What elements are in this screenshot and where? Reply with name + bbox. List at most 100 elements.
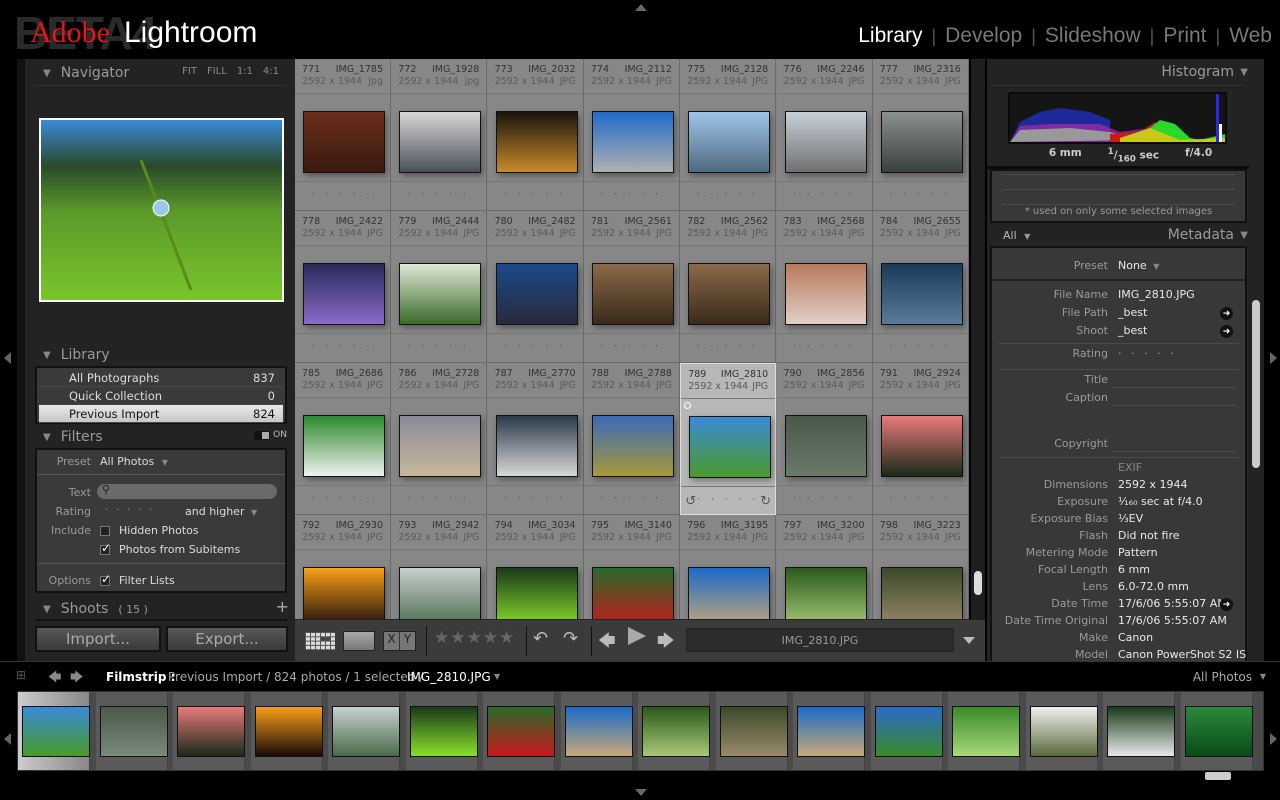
filmstrip-thumbnail[interactable] xyxy=(487,706,555,757)
filmstrip-cell[interactable] xyxy=(173,692,245,770)
filmstrip-cell[interactable] xyxy=(948,692,1020,770)
photo-thumbnail[interactable] xyxy=(303,263,385,325)
filmstrip-cell[interactable] xyxy=(328,692,400,770)
grid-cell[interactable]: 795IMG_31402592 x 1944JPG· · · · · xyxy=(583,515,680,619)
grid-cell[interactable]: 773 IMG_2032 2592 x 1944 JPG · · · · · xyxy=(487,59,584,211)
rotate-left-button[interactable]: ↶ xyxy=(533,628,548,649)
photo-thumbnail[interactable] xyxy=(303,567,385,619)
filmstrip-scroll-left-icon[interactable] xyxy=(4,733,11,745)
library-item-previous-import[interactable]: Previous Import 824 xyxy=(39,405,283,423)
filmstrip-cell[interactable] xyxy=(1180,692,1253,770)
module-develop[interactable]: Develop xyxy=(945,24,1022,48)
filmstrip-thumbnail[interactable] xyxy=(177,706,245,757)
previous-photo-button[interactable]: 🡄 xyxy=(598,628,616,651)
chevron-down-icon[interactable]: ▼ xyxy=(1260,672,1266,681)
zoom-fit[interactable]: FIT xyxy=(182,66,197,77)
collapse-right-panel-icon[interactable] xyxy=(1270,352,1277,364)
metadata-scope-select[interactable]: All ▼ xyxy=(1003,229,1030,242)
grid-cell[interactable]: 793IMG_29422592 x 1944JPG· · · · · xyxy=(391,515,488,619)
filmstrip-scroll-right-icon[interactable] xyxy=(1270,733,1277,745)
go-arrow-icon[interactable]: ➜ xyxy=(1220,307,1233,320)
rotate-left-icon[interactable]: ↺ xyxy=(685,494,696,509)
photo-thumbnail[interactable] xyxy=(591,263,674,325)
grid-view-button[interactable] xyxy=(305,631,335,651)
cell-rating[interactable]: · · · · · xyxy=(391,342,486,352)
cell-rating[interactable]: · · · · · xyxy=(584,190,679,200)
cell-rating[interactable]: · · · · · xyxy=(488,190,583,200)
collapse-top-panel-icon[interactable] xyxy=(635,4,647,11)
grid-cell[interactable]: 781 IMG_2561 2592 x 1944 JPG · · · · · xyxy=(583,211,680,363)
photo-thumbnail[interactable] xyxy=(495,111,578,173)
hidden-photos-checkbox[interactable]: Hidden Photos xyxy=(100,524,199,537)
next-photo-button[interactable]: 🡆 xyxy=(657,628,675,651)
cell-rating[interactable]: · · · · · xyxy=(295,190,390,200)
module-slideshow[interactable]: Slideshow xyxy=(1045,24,1141,48)
photo-thumbnail[interactable] xyxy=(880,415,963,477)
grid-cell[interactable]: 794IMG_30342592 x 1944JPG· · · · · xyxy=(487,515,584,619)
filmstrip-thumbnail[interactable] xyxy=(254,706,323,757)
photo-thumbnail[interactable] xyxy=(591,415,674,477)
grid-cell[interactable]: 778 IMG_2422 2592 x 1944 JPG · · · · · xyxy=(295,211,391,363)
photo-thumbnail[interactable] xyxy=(399,263,482,325)
zoom-4-1[interactable]: 4:1 xyxy=(263,66,279,77)
filmstrip-cell[interactable] xyxy=(405,692,478,770)
cell-rating[interactable]: · · · · · xyxy=(777,342,872,352)
photo-thumbnail[interactable] xyxy=(495,567,578,619)
photo-thumbnail[interactable] xyxy=(495,263,578,325)
rating-stars[interactable]: · · · · · xyxy=(105,503,154,516)
filter-preset-select[interactable]: All Photos ▼ xyxy=(100,455,168,468)
filmstrip-cell[interactable] xyxy=(95,692,168,770)
grid-cell[interactable]: 783 IMG_2568 2592 x 1944 JPG · · · · · xyxy=(776,211,873,363)
filmstrip-thumbnail[interactable] xyxy=(952,706,1020,757)
module-library[interactable]: Library xyxy=(858,24,922,48)
module-print[interactable]: Print xyxy=(1163,24,1206,48)
filter-lists-checkbox[interactable]: Filter Lists xyxy=(100,572,175,587)
go-arrow-icon[interactable]: ➜ xyxy=(1220,598,1233,611)
filmstrip-cell[interactable] xyxy=(793,692,865,770)
chevron-down-icon[interactable]: ▼ xyxy=(494,672,500,681)
grid-cell[interactable]: 782 IMG_2562 2592 x 1944 JPG · · · · · xyxy=(680,211,777,363)
filmstrip-thumbnail[interactable] xyxy=(797,706,865,757)
photo-thumbnail[interactable] xyxy=(591,567,674,619)
photo-thumbnail[interactable] xyxy=(784,263,867,325)
filmstrip-cell[interactable] xyxy=(1103,692,1175,770)
photo-thumbnail[interactable] xyxy=(688,263,771,325)
metadata-input-underline[interactable] xyxy=(1112,451,1237,452)
grid-cell[interactable]: 786 IMG_2728 2592 x 1944 JPG · · · · · xyxy=(391,363,488,515)
go-arrow-icon[interactable]: ➜ xyxy=(1220,325,1233,338)
subitems-checkbox[interactable]: Photos from Subitems xyxy=(100,541,240,556)
rating-mode-select[interactable]: and higher ▼ xyxy=(185,505,257,518)
cell-rating[interactable]: · · · · · xyxy=(488,342,583,352)
filmstrip-thumbnail[interactable] xyxy=(409,706,478,757)
grid-cell[interactable]: 776 IMG_2246 2592 x 1944 JPG · · · · · xyxy=(776,59,873,211)
zoom-1-1[interactable]: 1:1 xyxy=(237,66,253,77)
photo-thumbnail[interactable] xyxy=(784,111,867,173)
grid-cell[interactable]: 789 IMG_2810 2592 x 1944 JPG · · · · · ↺ ↻ xyxy=(680,363,777,515)
histogram-chart[interactable] xyxy=(1008,92,1227,144)
cell-rating[interactable]: · · · · · xyxy=(680,190,775,200)
grid-cell[interactable]: 784 IMG_2655 2592 x 1944 JPG · · · · · xyxy=(872,211,969,363)
cell-rating[interactable]: · · · · · xyxy=(295,342,390,352)
metadata-input-underline[interactable] xyxy=(1112,387,1237,388)
filmstrip-cell[interactable] xyxy=(483,692,555,770)
filmstrip-cell[interactable] xyxy=(250,692,323,770)
rotate-right-button[interactable]: ↷ xyxy=(563,628,578,649)
navigator-preview[interactable] xyxy=(39,118,284,302)
metadata-preset-select[interactable]: None ▼ xyxy=(1118,259,1159,272)
photo-thumbnail[interactable] xyxy=(399,111,482,173)
grid-cell[interactable]: 797IMG_32002592 x 1944JPG· · · · · xyxy=(776,515,873,619)
secondary-grid-icon[interactable]: ⊞ xyxy=(16,668,26,682)
filmstrip-cell[interactable] xyxy=(560,692,633,770)
grid-cell[interactable]: 787 IMG_2770 2592 x 1944 JPG · · · · · xyxy=(487,363,584,515)
filmstrip-thumbnail[interactable] xyxy=(719,706,788,757)
photo-thumbnail[interactable] xyxy=(688,111,771,173)
filmstrip-thumbnail[interactable] xyxy=(642,706,710,757)
grid-cell[interactable]: 777 IMG_2316 2592 x 1944 JPG · · · · · xyxy=(872,59,969,211)
grid-cell[interactable]: 779 IMG_2444 2592 x 1944 JPG · · · · · xyxy=(391,211,488,363)
grid-scrollbar-thumb[interactable] xyxy=(974,571,982,595)
loupe-view-button[interactable] xyxy=(343,631,375,651)
photo-thumbnail[interactable] xyxy=(689,416,772,478)
rotate-right-icon[interactable]: ↻ xyxy=(760,494,771,509)
cell-rating[interactable]: · · · · · xyxy=(584,494,679,504)
play-slideshow-button[interactable] xyxy=(628,627,646,645)
